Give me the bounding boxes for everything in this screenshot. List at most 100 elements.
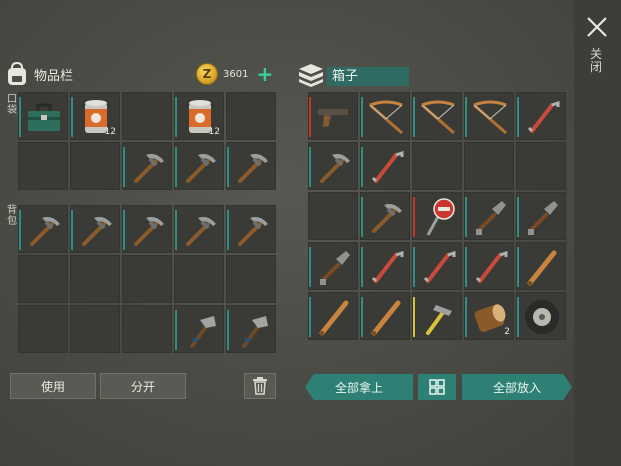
pocket-slot-canned-food[interactable]: 12	[174, 92, 224, 140]
inventory-header: 物品栏	[6, 62, 73, 86]
backpack-slot-pickaxe[interactable]	[18, 205, 68, 253]
crowbar-icon	[527, 100, 560, 133]
pickaxe-icon	[186, 153, 216, 183]
backpack-slot-pickaxe[interactable]	[70, 205, 120, 253]
use-button[interactable]: 使用	[10, 373, 96, 399]
hatchet-icon	[242, 316, 268, 348]
grid-sort-icon	[429, 379, 445, 395]
close-icon[interactable]	[585, 15, 609, 39]
box-slot-empty[interactable]	[412, 142, 462, 190]
pistol-icon	[318, 109, 348, 127]
backpack-slot-empty[interactable]	[18, 255, 68, 303]
close-label: 关闭	[589, 47, 602, 74]
backpack-slot-pickaxe[interactable]	[122, 205, 172, 253]
pickaxe-icon	[238, 153, 268, 183]
backpack-slot-empty[interactable]	[70, 305, 120, 353]
crowbar-icon	[371, 250, 404, 283]
shovel-icon	[320, 251, 350, 285]
box-icon	[299, 64, 323, 87]
backpack-grid	[18, 205, 276, 353]
pickaxe-icon	[186, 216, 216, 246]
pocket-slot-empty[interactable]	[226, 92, 276, 140]
box-slot-tire[interactable]	[516, 292, 566, 340]
pocket-slot-toolbox[interactable]	[18, 92, 68, 140]
item-quantity: 12	[208, 127, 220, 137]
backpack-slot-hatchet[interactable]	[226, 305, 276, 353]
add-coins-button[interactable]: +	[256, 64, 273, 84]
box-slot-hammer[interactable]	[412, 292, 462, 340]
bat-icon	[319, 300, 349, 336]
coin-count: 3601	[223, 68, 249, 80]
pickaxe-icon	[30, 216, 60, 246]
trash-button[interactable]	[244, 373, 276, 399]
shovel-icon	[528, 201, 558, 235]
tire-icon	[525, 300, 559, 334]
box-slot-crowbar[interactable]	[360, 142, 410, 190]
box-slot-pickaxe[interactable]	[308, 142, 358, 190]
backpack-slot-empty[interactable]	[18, 305, 68, 353]
box-slot-empty[interactable]	[464, 142, 514, 190]
split-button[interactable]: 分开	[100, 373, 186, 399]
backpack-slot-pickaxe[interactable]	[174, 205, 224, 253]
box-slot-crowbar[interactable]	[516, 92, 566, 140]
box-slot-bat[interactable]	[516, 242, 566, 290]
crossbow-icon	[421, 100, 455, 135]
pocket-grid: 12 12	[18, 92, 276, 190]
pocket-slot-empty[interactable]	[18, 142, 68, 190]
box-slot-shovel[interactable]	[464, 192, 514, 240]
item-quantity: 12	[104, 127, 116, 137]
crowbar-icon	[371, 150, 404, 183]
crowbar-icon	[475, 250, 508, 283]
backpack-slot-empty[interactable]	[226, 255, 276, 303]
box-slot-crossbow[interactable]	[464, 92, 514, 140]
shovel-icon	[476, 201, 506, 235]
pocket-slot-empty[interactable]	[122, 92, 172, 140]
box-slot-shovel[interactable]	[308, 242, 358, 290]
coin-display: Z 3601 +	[196, 63, 273, 85]
pocket-slot-pickaxe[interactable]	[226, 142, 276, 190]
box-slot-bat[interactable]	[308, 292, 358, 340]
put-all-button[interactable]: 全部放入	[462, 374, 572, 400]
box-slot-crowbar[interactable]	[464, 242, 514, 290]
inventory-title: 物品栏	[34, 68, 74, 84]
box-slot-empty[interactable]	[516, 142, 566, 190]
box-slot-bat[interactable]	[360, 292, 410, 340]
pickaxe-icon	[82, 216, 112, 246]
pocket-slot-empty[interactable]	[70, 142, 120, 190]
box-slot-crowbar[interactable]	[360, 242, 410, 290]
crossbow-icon	[473, 100, 507, 135]
crossbow-icon	[369, 100, 403, 135]
box-slot-empty[interactable]	[308, 192, 358, 240]
pocket-slot-pickaxe[interactable]	[122, 142, 172, 190]
box-slot-crossbow[interactable]	[360, 92, 410, 140]
box-slot-pickaxe[interactable]	[360, 192, 410, 240]
coin-icon: Z	[196, 63, 218, 85]
pickaxe-icon	[320, 153, 350, 183]
pickaxe-icon	[372, 203, 402, 233]
take-all-button[interactable]: 全部拿上	[305, 374, 413, 400]
backpack-slot-hatchet[interactable]	[174, 305, 224, 353]
box-slot-pistol[interactable]	[308, 92, 358, 140]
pocket-slot-canned-food[interactable]: 12	[70, 92, 120, 140]
backpack-slot-empty[interactable]	[122, 255, 172, 303]
backpack-label: 背包	[7, 205, 17, 227]
bat-icon	[527, 250, 557, 286]
backpack-slot-empty[interactable]	[122, 305, 172, 353]
box-slot-crowbar[interactable]	[412, 242, 462, 290]
backpack-slot-empty[interactable]	[70, 255, 120, 303]
pocket-slot-pickaxe[interactable]	[174, 142, 224, 190]
box-slot-crossbow[interactable]	[412, 92, 462, 140]
trash-icon	[253, 377, 267, 395]
stop-sign-icon	[426, 198, 455, 236]
box-slot-stop-sign[interactable]	[412, 192, 462, 240]
item-quantity: 2	[504, 327, 510, 337]
backpack-slot-pickaxe[interactable]	[226, 205, 276, 253]
pocket-label: 口袋	[7, 94, 17, 116]
pickaxe-icon	[238, 216, 268, 246]
pickaxe-icon	[134, 153, 164, 183]
box-slot-shovel[interactable]	[516, 192, 566, 240]
backpack-slot-empty[interactable]	[174, 255, 224, 303]
sort-button[interactable]	[418, 374, 456, 400]
box-slot-log[interactable]: 2	[464, 292, 514, 340]
hammer-icon	[426, 305, 452, 335]
